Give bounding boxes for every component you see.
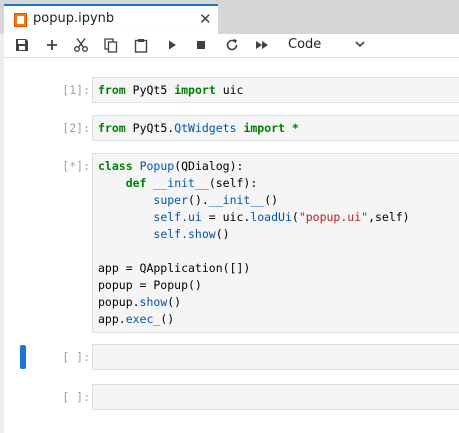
fast-forward-icon [256, 41, 268, 49]
code-cell[interactable]: [*]: class Popup(QDialog): def __init__(… [4, 153, 459, 333]
cut-button[interactable] [71, 34, 91, 56]
tab-title: popup.ipynb [33, 11, 115, 26]
notebook-toolbar: Code [4, 34, 459, 58]
cell-prompt: [*]: [62, 159, 90, 173]
chevron-down-icon [355, 41, 365, 48]
cell-prompt: [2]: [62, 121, 90, 135]
cell-type-select[interactable]: Code [288, 37, 378, 55]
cell-type-value: Code [288, 37, 322, 52]
notebook-panel: [1]: from PyQt5 import uic [2]: from PyQ… [4, 58, 459, 433]
tab-bar: popup.ipynb ✕ [0, 0, 459, 34]
add-icon [47, 40, 57, 50]
code-token: import [243, 121, 285, 135]
restart-icon [226, 39, 238, 51]
cell-prompt: [ ]: [62, 390, 90, 404]
restart-run-all-button[interactable] [252, 34, 272, 56]
restart-button[interactable] [222, 34, 242, 56]
code-token: * [291, 121, 299, 135]
code-token: PyQt5 [132, 83, 168, 97]
cell-input[interactable]: from PyQt5 import uic [92, 77, 459, 103]
notebook-icon [14, 13, 27, 27]
run-icon [169, 40, 176, 50]
cell-input[interactable] [92, 384, 459, 410]
code-line: from PyQt5.QtWidgets import * [93, 116, 459, 137]
code-cell-active[interactable]: [ ]: [4, 344, 459, 370]
notebook-tab[interactable]: popup.ipynb ✕ [4, 4, 218, 34]
copy-icon [104, 37, 118, 53]
cell-input[interactable]: class Popup(QDialog): def __init__(self)… [92, 153, 459, 333]
save-icon [16, 39, 28, 51]
code-token: from [98, 121, 126, 135]
close-tab-icon[interactable]: ✕ [199, 10, 212, 28]
cell-input[interactable] [92, 344, 459, 370]
cell-prompt: [1]: [62, 83, 90, 97]
stop-icon [197, 41, 205, 49]
code-token: from [98, 83, 126, 97]
add-cell-button[interactable] [42, 34, 62, 56]
code-token: PyQt5. [132, 121, 175, 135]
cell-input[interactable]: from PyQt5.QtWidgets import * [92, 115, 459, 141]
code-cell[interactable]: [1]: from PyQt5 import uic [4, 77, 459, 103]
code-block: class Popup(QDialog): def __init__(self)… [98, 159, 410, 326]
cell-prompt: [ ]: [62, 350, 90, 364]
cut-icon [74, 38, 88, 52]
active-cell-indicator [20, 345, 26, 369]
code-line: from PyQt5 import uic [93, 78, 459, 99]
code-token: import [174, 83, 216, 97]
paste-button[interactable] [131, 34, 151, 56]
run-button[interactable] [162, 34, 182, 56]
code-cell[interactable]: [2]: from PyQt5.QtWidgets import * [4, 115, 459, 141]
save-button[interactable] [12, 34, 32, 56]
paste-icon [134, 38, 148, 53]
code-cell[interactable]: [ ]: [4, 384, 459, 410]
code-token: uic [222, 83, 244, 97]
code-token: QtWidgets [174, 121, 237, 135]
stop-button[interactable] [191, 34, 211, 56]
copy-button[interactable] [101, 34, 121, 56]
